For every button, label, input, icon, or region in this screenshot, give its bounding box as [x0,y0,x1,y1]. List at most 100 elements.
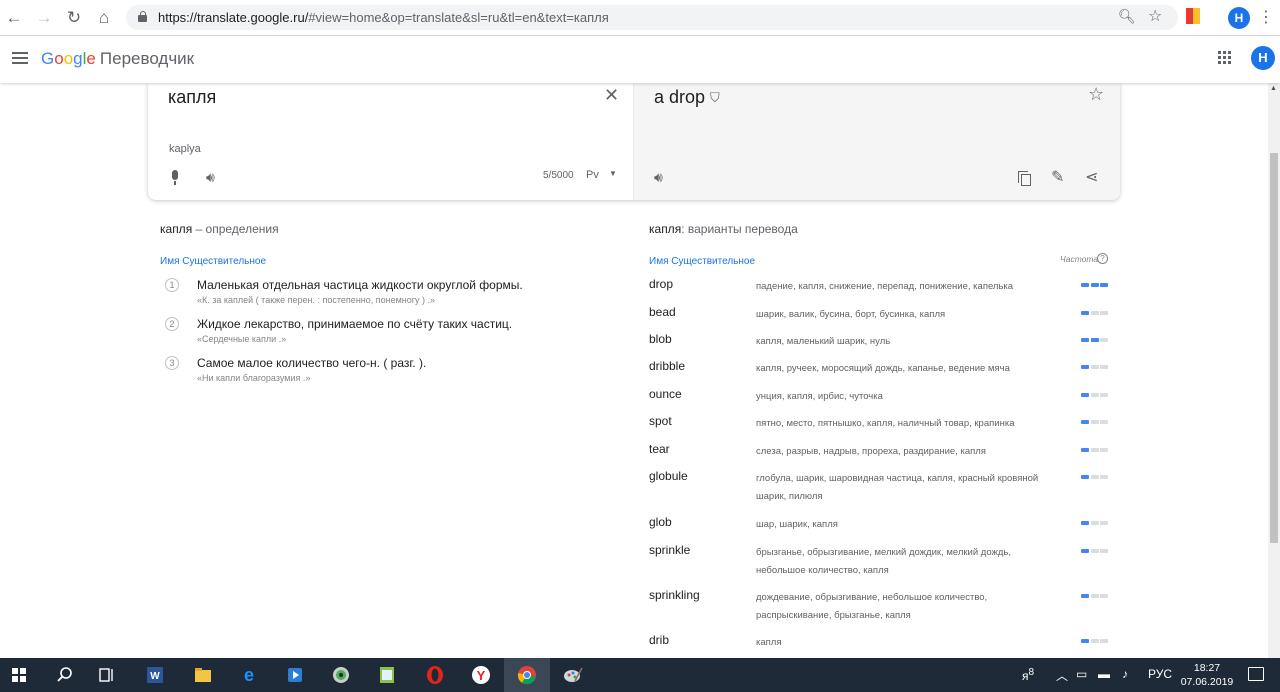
translation-word[interactable]: glob [649,515,672,529]
browser-profile-avatar[interactable]: H [1228,7,1250,29]
copy-icon[interactable] [1018,171,1031,186]
extension-icon[interactable] [1186,8,1200,24]
volume-icon[interactable]: ♪ [1122,667,1128,681]
back-translations: капля, ручеек, моросящий дождь, капанье,… [756,363,1010,374]
frequency-segment [1081,365,1089,369]
back-translations: дождевание, обрызгивание, небольшое коли… [756,592,988,621]
google-translate-logo[interactable]: Google Переводчик [41,49,194,69]
clear-icon[interactable]: ✕ [604,85,619,106]
zoom-icon[interactable]: 🔍︎ [1118,8,1136,25]
frequency-bar [1081,365,1108,369]
start-button[interactable] [0,658,46,692]
definition-text: Жидкое лекарство, принимаемое по счёту т… [197,317,513,331]
chrome-app[interactable] [504,658,550,692]
translation-word[interactable]: spot [649,414,672,428]
keyboard-select[interactable]: Рv [586,169,599,181]
word-app[interactable]: W [132,658,178,692]
back-translations: унция, капля, ирбис, чуточка [756,391,883,402]
translation-word[interactable]: bead [649,305,676,319]
help-icon[interactable]: ? [1097,253,1108,264]
frequency-segment [1090,420,1099,424]
translation-word[interactable]: drop [649,277,673,291]
clock-date: 07.06.2019 [1180,676,1234,688]
paint-app[interactable] [550,658,596,692]
notepad-app[interactable] [364,658,410,692]
clock-time: 18:27 [1193,662,1221,674]
back-translations: брызганье, обрызгивание, мелкий дождик, … [756,547,1011,576]
search-button[interactable] [42,658,88,692]
edit-pencil-icon[interactable]: ✎ [1051,167,1064,187]
opera-app[interactable] [412,658,458,692]
yandex-app[interactable]: Y [458,658,504,692]
translation-word[interactable]: globule [649,469,688,483]
scroll-thumb[interactable] [1270,153,1278,543]
network-icon[interactable]: ▭ [1076,667,1087,681]
frequency-segment [1081,549,1089,553]
frequency-segment [1100,549,1108,553]
notifications-icon[interactable] [1248,667,1264,681]
media-app[interactable] [272,658,318,692]
home-icon[interactable]: ⌂ [94,8,114,28]
translation-word[interactable]: dribble [649,359,685,373]
task-view-button[interactable] [84,658,130,692]
definition-text: Самое малое количество чего-н. ( разг. )… [197,356,427,370]
chevron-down-icon[interactable]: ▼ [609,169,617,178]
frequency-segment [1100,393,1108,397]
disc-icon [333,667,349,683]
listen-translation-icon[interactable]: 🔊︎ [654,169,663,186]
translation-word[interactable]: drib [649,633,669,647]
frequency-segment [1090,283,1099,287]
file-explorer-app[interactable] [180,658,226,692]
translation-word[interactable]: sprinkle [649,543,690,557]
main-menu-icon[interactable] [12,52,28,64]
paint-icon [564,667,583,682]
translations-title: капля: варианты перевода [649,222,798,236]
svg-text:e: e [244,665,254,685]
translation-word[interactable]: tear [649,442,670,456]
frequency-bar [1081,448,1108,452]
share-icon[interactable]: ⋖ [1085,167,1098,187]
folder-icon [195,668,211,682]
battery-icon[interactable]: ▬ [1098,667,1110,681]
source-input[interactable]: капля [168,87,216,108]
frequency-segment [1081,448,1089,452]
url-text[interactable]: https://translate.google.ru/#view=home&o… [158,10,609,25]
verified-shield-icon[interactable]: ⛉ [710,90,720,106]
browser-menu-icon[interactable]: ⋮ [1258,7,1274,27]
clock[interactable]: 18:27 07.06.2019 [1178,661,1236,689]
address-bar[interactable]: https://translate.google.ru/#view=home&o… [126,5,1178,30]
frequency-segment [1100,639,1108,643]
scroll-up-icon[interactable]: ▲ [1270,85,1277,92]
bookmark-star-icon[interactable]: ☆ [1148,6,1162,26]
translation-word[interactable]: blob [649,332,672,346]
forward-arrow-icon[interactable]: → [34,8,54,28]
translation-word[interactable]: ounce [649,387,682,401]
listen-source-icon[interactable]: 🔊︎ [206,169,215,186]
frequency-segment [1081,475,1089,479]
translation-word[interactable]: sprinkling [649,588,700,602]
people-icon[interactable]: ᴙ8 [1022,667,1034,683]
translation-output: a drop [654,87,706,107]
account-avatar[interactable]: H [1251,46,1275,70]
input-language[interactable]: РУС [1148,667,1172,681]
page-scrollbar[interactable]: ▲ [1268,83,1280,658]
back-arrow-icon[interactable]: ← [4,8,24,28]
target-panel: a drop ⛉ ☆ 🔊︎ ✎ ⋖ [634,83,1120,200]
windows-logo-icon [12,668,26,682]
tray-chevron-icon[interactable]: ︿ [1056,667,1068,684]
frequency-segment [1100,594,1108,598]
frequency-segment [1090,448,1099,452]
frequency-bar [1081,338,1108,342]
reload-icon[interactable]: ↻ [64,8,84,28]
edge-app[interactable]: e [226,658,272,692]
disc-app[interactable] [318,658,364,692]
frequency-segment [1081,311,1089,315]
back-translations: капля, маленький шарик, нуль [756,336,891,347]
definition-text: Маленькая отдельная частица жидкости окр… [197,278,523,292]
microphone-icon[interactable] [170,170,180,186]
frequency-segment [1100,521,1108,525]
apps-grid-icon[interactable] [1218,51,1232,65]
product-name: Переводчик [99,49,195,68]
save-star-icon[interactable]: ☆ [1088,84,1104,105]
back-translations: глобула, шарик, шаровидная частица, капл… [756,473,1039,502]
